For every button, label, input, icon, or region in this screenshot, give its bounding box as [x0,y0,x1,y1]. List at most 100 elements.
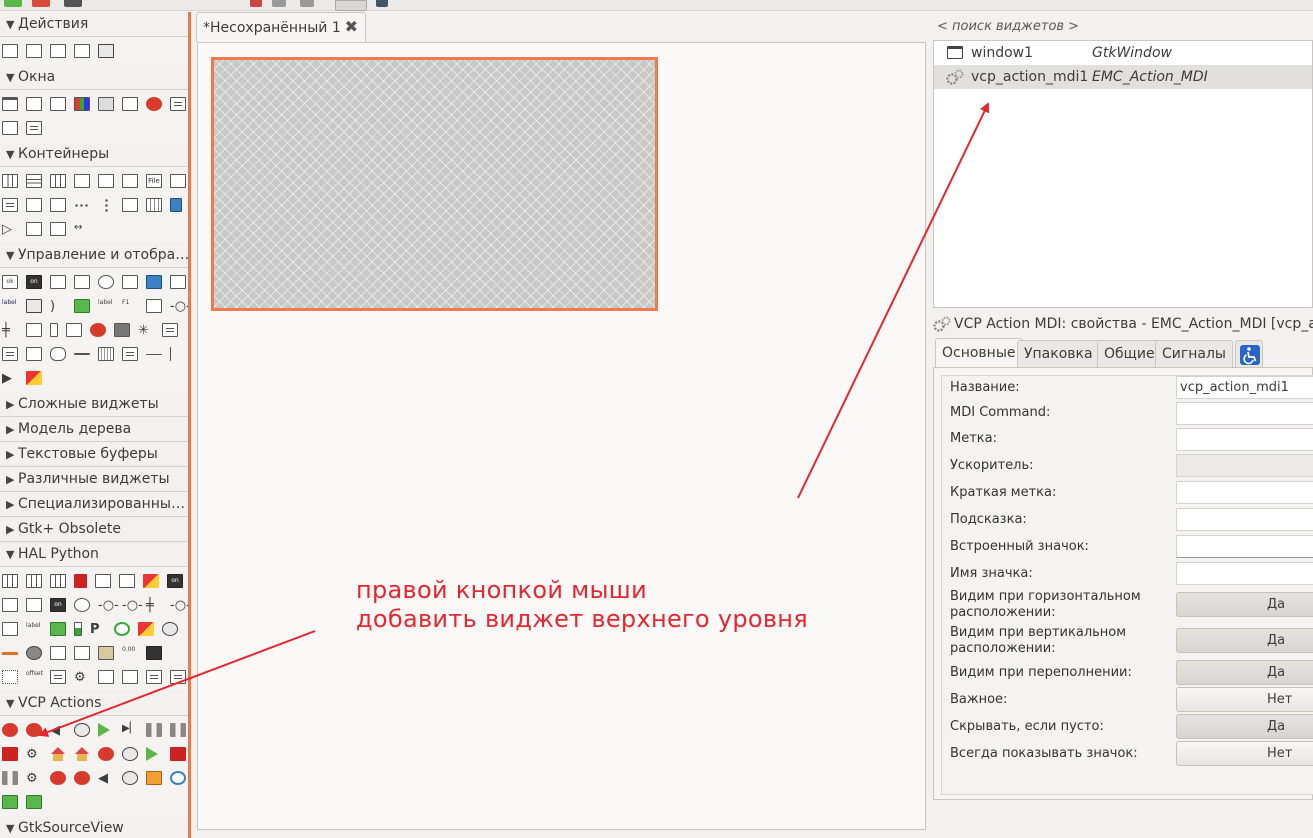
prop-visible-vertical-toggle[interactable]: Да [1176,628,1313,653]
hal-table-icon[interactable] [2,574,18,588]
prop-label-entry[interactable] [1176,428,1313,451]
vcp-reload-icon[interactable] [122,747,138,761]
prop-visible-overflown-toggle[interactable]: Да [1176,660,1313,685]
hal-dial-icon[interactable] [138,622,154,636]
vcp-machine-off-icon[interactable] [74,723,90,737]
tree-row-vcp-action-mdi1[interactable]: vcp_action_mdi1 EMC_Action_MDI [934,65,1312,89]
hal-vscale-icon[interactable]: ╪ [146,598,162,613]
notebook-icon[interactable] [74,174,90,188]
spin-button-icon[interactable] [74,275,90,289]
viewport-icon[interactable] [50,222,66,236]
hal-label-icon[interactable]: label [26,622,42,636]
hal-hscale-icon[interactable]: -○- [98,598,119,613]
prop-tooltip-entry[interactable] [1176,508,1313,531]
message-dialog-icon[interactable] [146,97,162,111]
scale-icon[interactable]: -○- [170,299,188,314]
palette-section-tree-model[interactable]: ▶ Модель дерева [0,417,188,442]
select-pointer-button[interactable] [335,0,367,11]
prop-name-entry[interactable]: vcp_action_mdi1 [1176,376,1313,399]
palette-section-gtksourceview[interactable]: ▼ GtkSourceView [0,816,188,838]
palette-section-obsolete[interactable]: ▶ Gtk+ Obsolete [0,517,188,542]
volume-icon[interactable]: ) [50,299,66,314]
toggle-button-icon[interactable]: on [26,275,42,289]
alignment-icon[interactable] [26,222,42,236]
spinner-icon[interactable]: ✳ [138,323,154,338]
hal-graph-icon[interactable]: P [90,622,106,637]
event-box-icon[interactable] [170,198,182,212]
menu-bar-icon[interactable] [122,347,138,361]
copy-icon[interactable] [272,0,286,7]
hal-hbox-icon[interactable] [26,574,42,588]
hal-button-icon[interactable]: on [167,574,183,588]
vcp-save-icon[interactable] [2,795,18,809]
prop-hide-if-empty-toggle[interactable]: Да [1176,714,1313,739]
hal-gear-icon[interactable]: ⚙ [74,670,90,685]
palette-section-hal-python[interactable]: ▼ HAL Python [0,542,188,567]
toolbar-icon[interactable] [74,198,90,212]
hal-frame-icon[interactable] [74,646,90,660]
vcp-refresh-icon[interactable] [170,771,186,785]
fixed-icon[interactable] [122,174,138,188]
prop-stock-id-combo[interactable] [1176,535,1313,558]
vpaned-icon[interactable] [50,198,66,212]
hal-progress-icon[interactable] [2,622,18,636]
radio-button-icon[interactable] [98,275,114,289]
hal-text-icon[interactable] [146,670,162,684]
palette-section-complex[interactable]: ▶ Сложные виджеты [0,392,188,417]
vscrollbar-icon[interactable] [50,323,58,337]
entry-icon[interactable] [146,299,162,313]
hal-scale-icon[interactable]: -○- [170,598,188,613]
hal-knob-icon[interactable] [26,646,42,660]
vcp-home-all-icon[interactable] [74,747,90,761]
drag-resize-icon[interactable] [376,0,388,7]
prop-always-show-image-toggle[interactable]: Нет [1176,741,1313,766]
recent-action-icon[interactable] [74,44,90,58]
vcp-gears2-icon[interactable]: ⚙ [26,771,42,786]
palette-section-windows[interactable]: ▼ Окна [0,65,188,90]
hal-spinbutton-icon[interactable] [2,598,18,612]
tab-general[interactable]: Основные [935,338,1023,367]
table-icon[interactable] [50,174,66,188]
palette-section-misc[interactable]: ▶ Различные виджеты [0,467,188,492]
frame-icon[interactable] [98,174,114,188]
vcp-unhome-icon[interactable] [98,747,114,761]
error-icon[interactable] [90,323,106,337]
save-icon[interactable] [64,0,82,7]
vcp-machine-on-icon[interactable]: ◀ [50,723,66,738]
label-widget-icon[interactable]: label [2,299,18,313]
hal-panel-icon[interactable] [98,670,114,684]
new-project-icon[interactable] [4,0,22,7]
layout-icon[interactable] [122,198,138,212]
vcp-estop2-icon[interactable] [50,771,66,785]
offscreen-window-icon[interactable] [2,121,18,135]
button-box-icon[interactable] [2,198,18,212]
palette-section-containers[interactable]: ▼ Контейнеры [0,142,188,167]
hal-tree-icon[interactable] [170,670,186,684]
vcp-resume-icon[interactable] [170,723,186,737]
hal-vbar-icon[interactable] [74,622,82,636]
hal-hscale2-icon[interactable]: -○- [122,598,143,613]
assistant-icon[interactable] [26,121,42,135]
vcp-mdi-gears-icon[interactable]: ⚙ [26,747,42,762]
tree-row-window1[interactable]: window1 GtkWindow [934,41,1312,65]
vseparator-icon[interactable] [170,347,171,361]
toggle-action-icon[interactable] [26,44,42,58]
editor-tab[interactable]: *Несохранённый 1 ✖ [196,12,366,42]
hal-meter-icon[interactable] [143,574,159,588]
dialog-widget-icon[interactable] [26,97,42,111]
hal-offset-area-icon[interactable] [2,670,18,684]
hal-led-icon[interactable] [74,574,87,588]
prop-visible-horizontal-toggle[interactable]: Да [1176,592,1313,617]
cut-icon[interactable] [250,0,262,7]
action-icon[interactable] [2,44,18,58]
image-widget-icon[interactable] [26,299,42,313]
open-project-icon[interactable] [32,0,50,7]
vcp-off2-icon[interactable] [122,771,138,785]
vcp-pause2-icon[interactable] [2,771,18,785]
tab-accessibility[interactable] [1235,340,1263,367]
file-dialog-icon[interactable] [98,97,114,111]
combo-box-icon[interactable] [122,275,138,289]
action-group-icon[interactable] [98,44,114,58]
prop-mdi-command-entry[interactable] [1176,402,1313,425]
calendar-icon[interactable] [98,347,114,361]
